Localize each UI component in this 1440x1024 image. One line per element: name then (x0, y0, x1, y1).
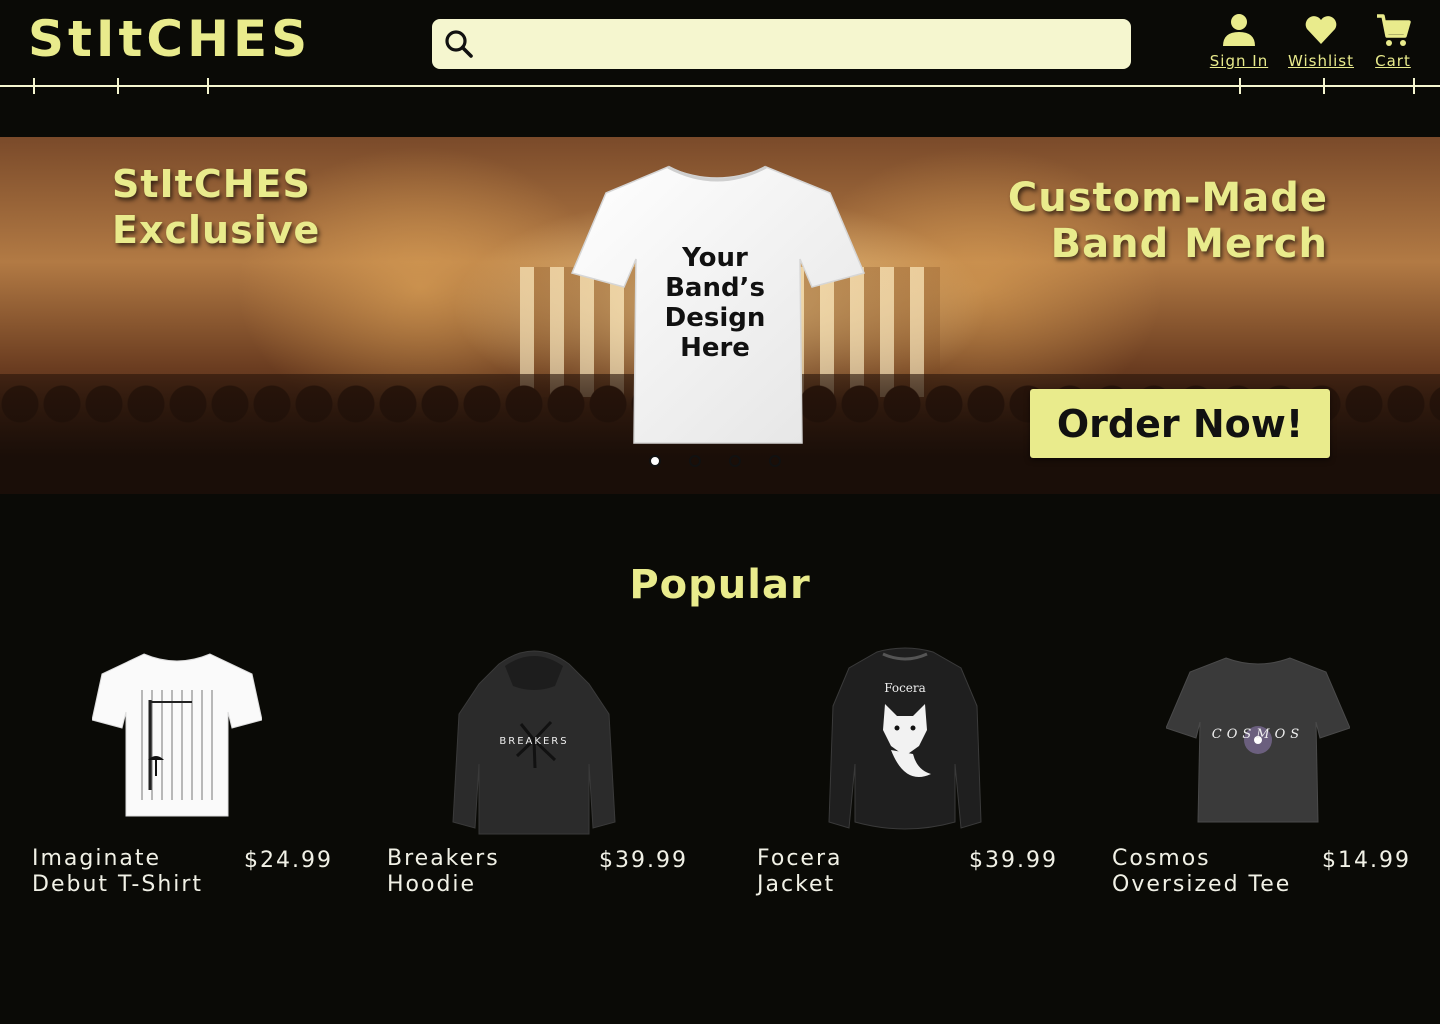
product-subtitle: Jacket (757, 872, 836, 897)
banner-brand-heading: StItCHES Exclusive (112, 162, 321, 252)
sign-in-label: Sign In (1209, 52, 1269, 70)
wishlist-label: Wishlist (1287, 52, 1355, 70)
product-subtitle: Oversized Tee (1112, 872, 1292, 897)
product-print-text: BREAKERS (499, 736, 568, 747)
carousel-dot[interactable] (689, 455, 701, 467)
product-name: Breakers (387, 846, 500, 871)
sign-in-link[interactable]: Sign In (1208, 12, 1270, 70)
product-card[interactable]: COSMOS Cosmos Oversized Tee $14.99 (1110, 640, 1440, 910)
cart-icon (1377, 14, 1411, 46)
divider-tick (207, 78, 209, 94)
divider-tick (1239, 78, 1241, 94)
divider-tick (117, 78, 119, 94)
product-image[interactable]: COSMOS (1166, 656, 1350, 824)
carousel-dot[interactable] (729, 455, 741, 467)
product-print-text: COSMOS (1212, 727, 1304, 742)
divider-tick (1323, 78, 1325, 94)
product-card[interactable]: Focera Focera Jacket $39.99 (755, 640, 1085, 910)
order-now-button[interactable]: Order Now! (1030, 389, 1330, 458)
heart-icon (1305, 16, 1337, 44)
carousel-dot[interactable] (769, 455, 781, 467)
product-price: $39.99 (969, 848, 1058, 873)
wishlist-link[interactable]: Wishlist (1286, 12, 1356, 70)
product-subtitle: Debut T-Shirt (32, 872, 204, 897)
product-price: $39.99 (599, 848, 688, 873)
search-input[interactable] (488, 27, 1108, 61)
cart-label: Cart (1375, 52, 1411, 70)
product-image[interactable] (92, 650, 262, 820)
site-logo[interactable]: StItCHES (28, 14, 311, 64)
product-print-text: Focera (884, 681, 926, 695)
product-name: Cosmos (1112, 846, 1211, 871)
hero-banner[interactable]: StItCHES Exclusive Your Band’s Design He… (0, 137, 1440, 494)
product-name: Focera (757, 846, 843, 871)
product-name: Imaginate (32, 846, 162, 871)
product-card[interactable]: BREAKERS Breakers Hoodie $39.99 (385, 640, 715, 910)
search-icon[interactable] (444, 29, 474, 59)
product-card[interactable]: Imaginate Debut T-Shirt $24.99 (30, 640, 360, 910)
product-image[interactable]: BREAKERS (451, 644, 617, 836)
carousel-dot[interactable] (649, 455, 661, 467)
carousel-indicators (649, 455, 781, 467)
popular-heading: Popular (629, 562, 811, 608)
search-bar[interactable] (432, 19, 1131, 69)
product-price: $14.99 (1322, 848, 1411, 873)
product-image[interactable]: Focera (827, 646, 983, 836)
divider-tick (1413, 78, 1415, 94)
user-icon (1223, 14, 1255, 46)
product-price: $24.99 (244, 848, 333, 873)
divider-tick (33, 78, 35, 94)
product-subtitle: Hoodie (387, 872, 477, 897)
cart-link[interactable]: Cart (1370, 12, 1416, 70)
header-divider (0, 85, 1440, 87)
tshirt-placeholder-text: Your Band’s Design Here (664, 243, 766, 363)
banner-tagline: Custom-Made Band Merch (1007, 175, 1328, 267)
